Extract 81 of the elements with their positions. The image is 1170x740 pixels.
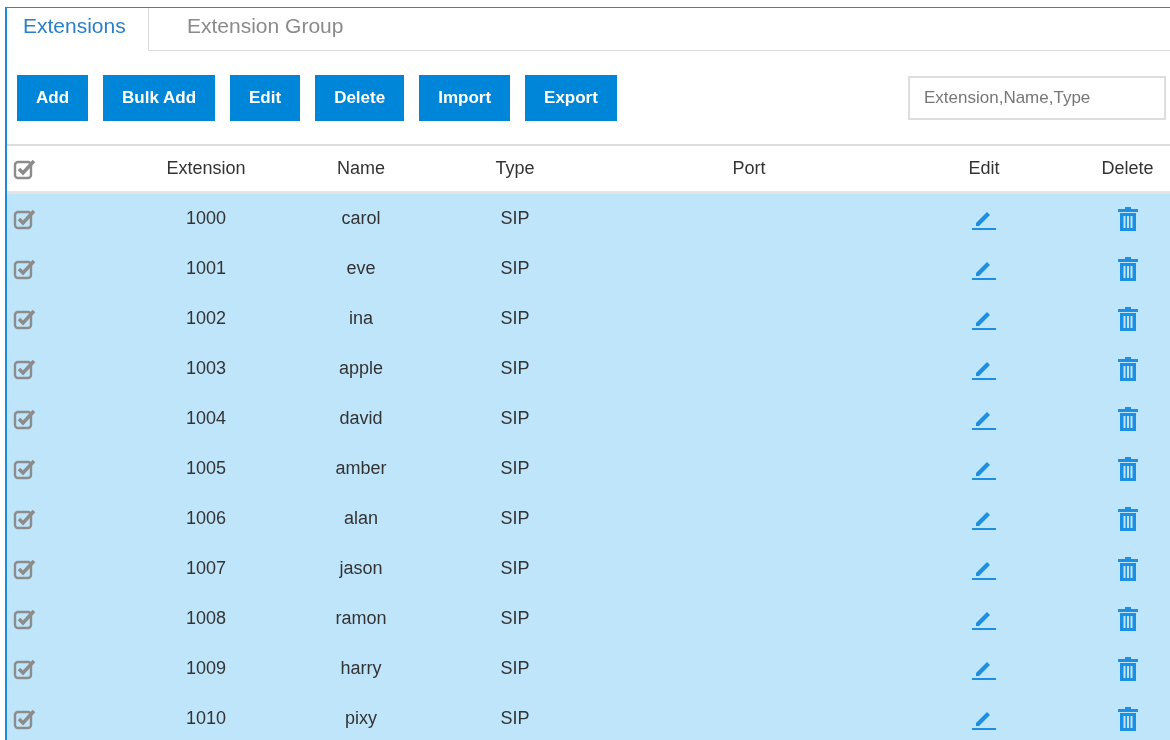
column-header: Port (731, 158, 767, 179)
column-header: Type (494, 158, 536, 179)
column-header: Delete (1100, 158, 1155, 179)
trash-icon[interactable] (1116, 555, 1139, 582)
table-row[interactable]: 1000 carol SIP (7, 194, 1170, 244)
trash-icon[interactable] (1116, 405, 1139, 432)
table-cell-text: eve (345, 258, 377, 279)
table-cell-text: 1004 (184, 408, 227, 429)
table-cell-text: harry (339, 658, 383, 679)
table-cell-text: 1008 (184, 608, 227, 629)
table-cell-text: 1002 (184, 308, 227, 329)
table-row[interactable]: 1006 alan SIP (7, 494, 1170, 544)
table-cell-text: SIP (499, 508, 531, 529)
table-cell-text: carol (340, 208, 382, 229)
trash-icon[interactable] (1116, 705, 1139, 732)
checked-checkbox[interactable] (13, 407, 37, 430)
trash-icon[interactable] (1116, 505, 1139, 532)
table-cell-text: 1007 (184, 558, 227, 579)
table-cell-text: ina (348, 308, 374, 329)
table-cell-text: SIP (499, 558, 531, 579)
trash-icon[interactable] (1116, 355, 1139, 382)
column-header: Edit (967, 158, 1001, 179)
trash-icon[interactable] (1116, 455, 1139, 482)
table-row[interactable]: 1007 jason SIP (7, 544, 1170, 594)
trash-icon[interactable] (1116, 605, 1139, 632)
checked-checkbox[interactable] (13, 207, 37, 230)
column-header: Extension (165, 158, 247, 179)
table-cell-text: SIP (499, 358, 531, 379)
table-cell-text: apple (337, 358, 384, 379)
table-row[interactable]: 1005 amber SIP (7, 444, 1170, 494)
table-cell-text: SIP (499, 208, 531, 229)
table-cell-text: amber (334, 458, 388, 479)
table-cell-text: SIP (499, 708, 531, 729)
tab[interactable]: Extensions (7, 8, 149, 51)
checked-checkbox[interactable] (13, 707, 37, 730)
trash-icon[interactable] (1116, 655, 1139, 682)
checked-checkbox[interactable] (13, 307, 37, 330)
table-cell-text: ramon (334, 608, 388, 629)
toolbar-button[interactable]: Export (525, 74, 617, 121)
checked-checkbox[interactable] (13, 607, 37, 630)
checked-checkbox[interactable] (13, 257, 37, 280)
checked-checkbox[interactable] (13, 457, 37, 480)
table-row[interactable]: 1001 eve SIP (7, 244, 1170, 294)
checked-checkbox[interactable] (13, 657, 37, 680)
table-cell-text: 1005 (184, 458, 227, 479)
table-row[interactable]: 1010 pixy SIP (7, 694, 1170, 740)
table-row[interactable]: 1009 harry SIP (7, 644, 1170, 694)
toolbar-button[interactable]: Bulk Add (103, 74, 216, 121)
table-row[interactable]: 1002 ina SIP (7, 294, 1170, 344)
table-cell-text: 1009 (184, 658, 227, 679)
table-cell-text: 1006 (184, 508, 227, 529)
trash-icon[interactable] (1116, 305, 1139, 332)
toolbar-button[interactable]: Delete (315, 74, 405, 121)
trash-icon[interactable] (1116, 255, 1139, 282)
toolbar-button[interactable]: Import (419, 74, 511, 121)
table-cell-text: 1010 (184, 708, 227, 729)
table-cell-text: SIP (499, 258, 531, 279)
column-header: Name (336, 158, 386, 179)
search-field[interactable]: Extension,Name,Type (908, 75, 1166, 120)
table-cell-text: SIP (499, 658, 531, 679)
table-cell-text: SIP (499, 608, 531, 629)
checked-checkbox[interactable] (13, 557, 37, 580)
table-cell-text: SIP (499, 458, 531, 479)
table-row[interactable]: 1008 ramon SIP (7, 594, 1170, 644)
checked-checkbox[interactable] (13, 157, 37, 180)
table-row[interactable]: 1003 apple SIP (7, 344, 1170, 394)
table-cell-text: SIP (499, 408, 531, 429)
table-cell-text: david (338, 408, 384, 429)
table-cell-text: 1000 (184, 208, 227, 229)
checked-checkbox[interactable] (13, 507, 37, 530)
trash-icon[interactable] (1116, 205, 1139, 232)
toolbar-button[interactable]: Add (17, 74, 89, 121)
table-cell-text: jason (338, 558, 384, 579)
toolbar-button[interactable]: Edit (230, 74, 301, 121)
table-cell-text: 1001 (184, 258, 227, 279)
checked-checkbox[interactable] (13, 357, 37, 380)
table-cell-text: alan (343, 508, 379, 529)
table-cell-text: pixy (344, 708, 378, 729)
table-row[interactable]: 1004 david SIP (7, 394, 1170, 444)
table-cell-text: SIP (499, 308, 531, 329)
table-cell-text: 1003 (184, 358, 227, 379)
